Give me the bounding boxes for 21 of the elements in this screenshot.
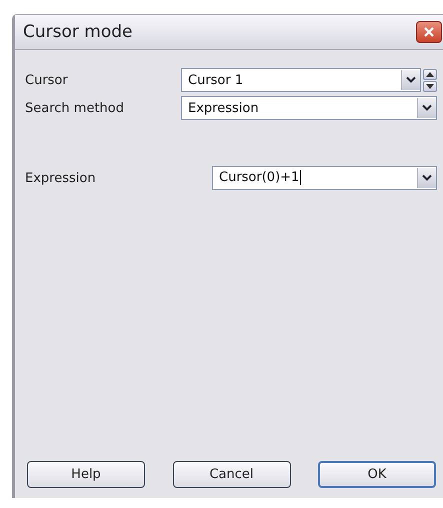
dialog-button[interactable]: Cancel bbox=[172, 461, 290, 488]
down-arrow-icon bbox=[426, 84, 434, 88]
close-button[interactable] bbox=[416, 21, 442, 43]
dropdown-button[interactable] bbox=[417, 98, 436, 118]
chevron-down-icon bbox=[406, 76, 416, 84]
field-label: Search method bbox=[25, 100, 125, 116]
window-title: Cursor mode bbox=[23, 22, 132, 42]
up-arrow-icon bbox=[426, 72, 434, 76]
spin-buttons[interactable] bbox=[423, 68, 437, 92]
field-label: Expression bbox=[25, 170, 97, 186]
dropdown-field[interactable]: Cursor(0)+1 bbox=[212, 166, 437, 190]
chevron-down-icon bbox=[422, 104, 432, 112]
dialog-button[interactable]: OK bbox=[318, 461, 436, 488]
dialog-button[interactable]: Help bbox=[27, 461, 145, 488]
dropdown-button[interactable] bbox=[417, 168, 436, 188]
chevron-down-icon bbox=[422, 174, 432, 182]
dropdown-button[interactable] bbox=[401, 70, 420, 90]
dropdown-field[interactable]: Expression bbox=[181, 96, 437, 120]
dropdown-field[interactable]: Cursor 1 bbox=[181, 68, 421, 92]
close-icon bbox=[423, 26, 435, 38]
field-label: Cursor bbox=[25, 72, 69, 88]
